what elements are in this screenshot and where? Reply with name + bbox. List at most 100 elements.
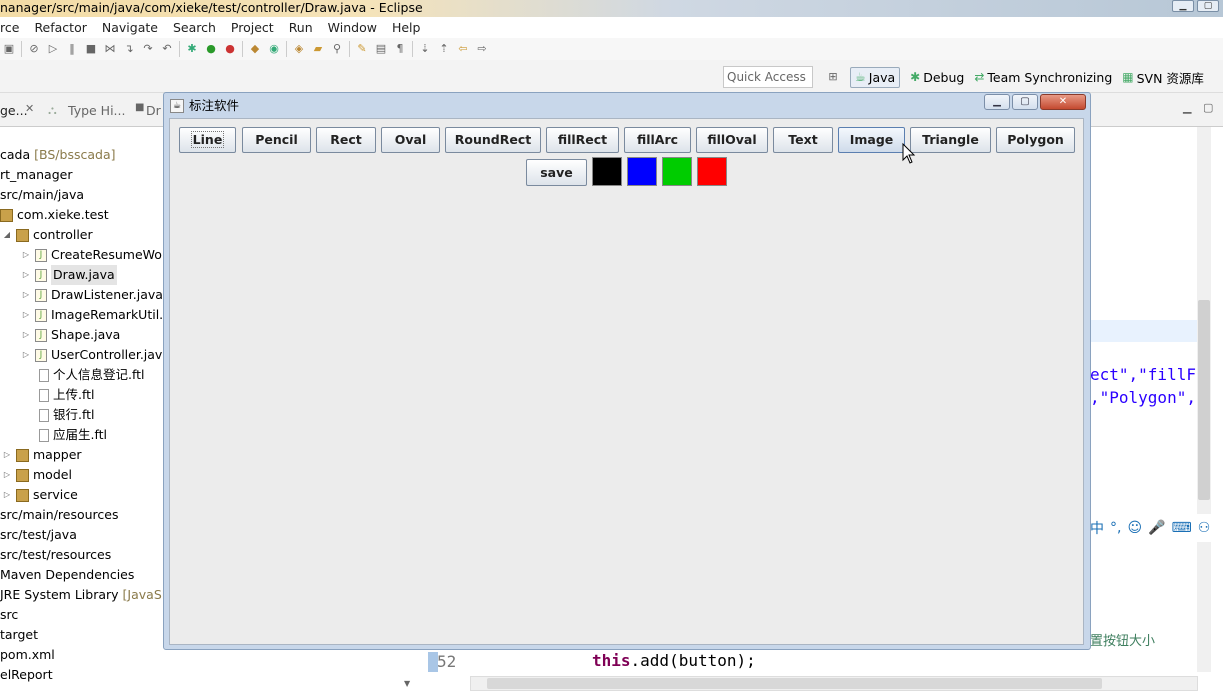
back-icon[interactable]: ⇦ (456, 42, 470, 56)
polygon-tool-button[interactable]: Polygon (996, 127, 1075, 153)
color-swatch-black[interactable] (592, 157, 622, 186)
run-icon[interactable]: ● (204, 42, 218, 56)
scroll-down-icon[interactable]: ▼ (404, 679, 410, 688)
next-annotation-icon[interactable]: ⇣ (418, 42, 432, 56)
rect-tool-button[interactable]: Rect (316, 127, 376, 153)
tab-type-hierarchy[interactable]: Type Hi... (68, 103, 125, 118)
tree-item[interactable]: ▷ mapper (2, 445, 82, 465)
line-tool-button[interactable]: Line (179, 127, 236, 153)
tree-item[interactable]: ◢ controller (2, 225, 93, 245)
disconnect-icon[interactable]: ⋈ (103, 42, 117, 56)
maximize-view-icon[interactable]: ▢ (1203, 101, 1213, 114)
debug-icon[interactable]: ✱ (185, 42, 199, 56)
tab-package-explorer[interactable]: ge... (0, 103, 28, 118)
minimize-view-icon[interactable]: ▁ (1183, 101, 1191, 114)
color-swatch-red[interactable] (697, 157, 727, 186)
perspective-java[interactable]: ☕ Java (850, 66, 901, 88)
microphone-icon[interactable]: 🎤 (1148, 520, 1165, 536)
quick-access-input[interactable]: Quick Access (723, 66, 813, 88)
tree-item[interactable]: src/main/resources (0, 505, 118, 525)
close-icon[interactable]: ✕ (25, 102, 34, 115)
suspend-icon[interactable]: ‖ (65, 42, 79, 56)
menu-search[interactable]: Search (173, 20, 216, 35)
menu-project[interactable]: Project (231, 20, 274, 35)
collapsed-arrow-icon[interactable]: ▷ (2, 445, 12, 465)
scroll-thumb[interactable] (1198, 300, 1210, 500)
oval-tool-button[interactable]: Oval (381, 127, 440, 153)
tree-item[interactable]: 银行.ftl (39, 405, 95, 425)
pencil-tool-button[interactable]: Pencil (242, 127, 311, 153)
tree-item[interactable]: Maven Dependencies (0, 565, 134, 585)
tree-item[interactable]: ▷ model (2, 465, 72, 485)
collapsed-arrow-icon[interactable]: ▷ (21, 245, 31, 265)
minimize-button[interactable]: ▁ (1172, 0, 1194, 12)
tree-item[interactable]: ▷ J DrawListener.java (21, 285, 163, 305)
tree-item[interactable]: cada [BS/bsscada] (0, 145, 115, 165)
tab-draw[interactable]: Dr (146, 103, 161, 118)
collapsed-arrow-icon[interactable]: ▷ (21, 305, 31, 325)
tree-item[interactable]: src/test/resources (0, 545, 111, 565)
menu-source[interactable]: rce (0, 20, 19, 35)
fillrect-tool-button[interactable]: fillRect (546, 127, 619, 153)
perspective-team-sync[interactable]: ⇄ Team Synchronizing (974, 70, 1112, 85)
tree-item[interactable]: 应届生.ftl (39, 425, 107, 445)
tree-item[interactable]: target (0, 625, 38, 645)
open-perspective-icon[interactable]: ⊞ (826, 70, 840, 84)
tree-item[interactable]: elReport (0, 665, 53, 685)
fillarc-tool-button[interactable]: fillArc (624, 127, 691, 153)
menu-run[interactable]: Run (289, 20, 313, 35)
step-into-icon[interactable]: ↴ (122, 42, 136, 56)
roundrect-tool-button[interactable]: RoundRect (445, 127, 541, 153)
previous-annotation-icon[interactable]: ⇡ (437, 42, 451, 56)
step-return-icon[interactable]: ↶ (160, 42, 174, 56)
collapsed-arrow-icon[interactable]: ▷ (21, 345, 31, 365)
step-over-icon[interactable]: ↷ (141, 42, 155, 56)
tree-item[interactable]: ▷ J Draw.java (21, 265, 117, 285)
keyboard-icon[interactable]: ⌨ (1172, 520, 1192, 536)
new-java-package-icon[interactable]: ◆ (248, 42, 262, 56)
maximize-button[interactable]: ▢ (1012, 94, 1038, 110)
forward-icon[interactable]: ⇨ (475, 42, 489, 56)
collapsed-arrow-icon[interactable]: ▷ (21, 285, 31, 305)
tree-item[interactable]: src (0, 605, 18, 625)
collapsed-arrow-icon[interactable]: ▷ (21, 325, 31, 345)
menu-navigate[interactable]: Navigate (102, 20, 158, 35)
menu-refactor[interactable]: Refactor (34, 20, 86, 35)
new-class-icon[interactable]: ◉ (267, 42, 281, 56)
tree-item[interactable]: pom.xml (0, 645, 55, 665)
toggle-breadcrumb-icon[interactable]: ▤ (374, 42, 388, 56)
external-tools-icon[interactable]: ● (223, 42, 237, 56)
open-type-icon[interactable]: ◈ (292, 42, 306, 56)
tree-item[interactable]: JRE System Library [JavaSE- (0, 585, 165, 605)
terminate-icon[interactable]: ■ (84, 42, 98, 56)
triangle-tool-button[interactable]: Triangle (910, 127, 991, 153)
filloval-tool-button[interactable]: fillOval (696, 127, 768, 153)
color-swatch-blue[interactable] (627, 157, 657, 186)
tree-item[interactable]: ▷ service (2, 485, 78, 505)
resume-icon[interactable]: ▷ (46, 42, 60, 56)
tree-item[interactable]: src/test/java (0, 525, 77, 545)
tree-item[interactable]: 个人信息登记.ftl (39, 365, 145, 385)
drawing-canvas[interactable] (169, 118, 1084, 645)
maximize-button[interactable]: ▢ (1197, 0, 1219, 12)
collapsed-arrow-icon[interactable]: ▷ (21, 265, 31, 285)
open-folder-icon[interactable]: ▰ (311, 42, 325, 56)
tree-item[interactable]: ▷ J UserController.jav (21, 345, 162, 365)
collapsed-arrow-icon[interactable]: ▷ (2, 485, 12, 505)
tree-item[interactable]: ▷ J CreateResumeWo (21, 245, 162, 265)
ime-chinese-mode[interactable]: 中 (1090, 518, 1104, 538)
user-icon[interactable]: ⚇ (1198, 520, 1211, 536)
tree-item[interactable]: src/main/java (0, 185, 84, 205)
menu-help[interactable]: Help (392, 20, 421, 35)
save-button[interactable]: save (526, 159, 587, 186)
tree-item[interactable]: rt_manager (0, 165, 72, 185)
text-tool-button[interactable]: Text (773, 127, 833, 153)
tree-item[interactable]: ▷ J ImageRemarkUtil. (21, 305, 163, 325)
skip-breakpoints-icon[interactable]: ⊘ (27, 42, 41, 56)
emoji-icon[interactable]: ☺ (1127, 520, 1142, 536)
expanded-arrow-icon[interactable]: ◢ (2, 225, 12, 245)
tree-item[interactable]: 上传.ftl (39, 385, 95, 405)
collapsed-arrow-icon[interactable]: ▷ (2, 465, 12, 485)
perspective-debug[interactable]: ✱ Debug (910, 70, 964, 85)
search-icon[interactable]: ⚲ (330, 42, 344, 56)
